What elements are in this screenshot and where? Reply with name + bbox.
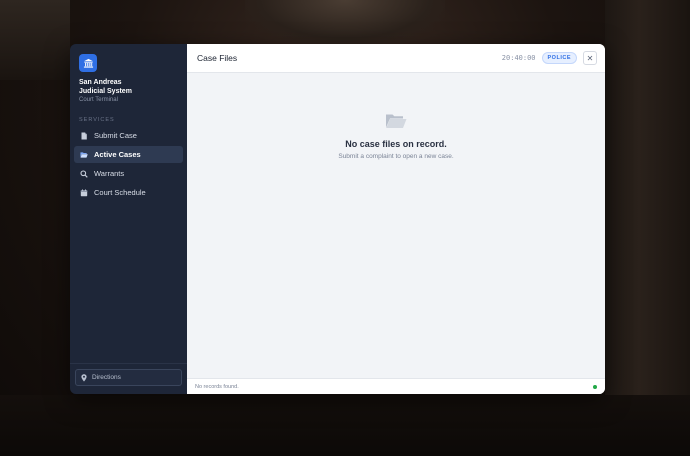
status-text: No records found. <box>195 383 239 390</box>
folder-open-icon <box>187 113 605 129</box>
file-icon <box>80 132 88 140</box>
empty-state-title: No case files on record. <box>345 139 447 149</box>
page-title: Case Files <box>197 53 238 63</box>
empty-state-subtitle: Submit a complaint to open a new case. <box>338 153 454 160</box>
main-panel: Case Files 20:40:00 POLICE ✕ No case fil… <box>187 44 605 394</box>
sidebar-nav: Submit Case Active Cases Warrants Court … <box>70 127 187 203</box>
courthouse-icon <box>79 54 97 72</box>
role-badge: POLICE <box>541 52 577 64</box>
sidebar-item-label: Submit Case <box>94 131 137 140</box>
status-bar: No records found. <box>187 378 605 394</box>
sidebar-footer: Directions <box>70 363 187 394</box>
background-wood-panel <box>605 0 690 456</box>
directions-label: Directions <box>92 374 121 381</box>
sidebar-item-submit-case[interactable]: Submit Case <box>74 127 183 144</box>
search-icon <box>80 169 88 178</box>
section-label-services: SERVICES <box>79 117 115 123</box>
brand: San Andreas Judicial System Court Termin… <box>70 44 187 103</box>
status-indicator <box>593 384 597 389</box>
brand-name: San Andreas Judicial System <box>79 79 132 95</box>
map-pin-icon <box>81 373 88 382</box>
sidebar-item-label: Warrants <box>94 169 125 178</box>
court-terminal-window: San Andreas Judicial System Court Termin… <box>70 44 605 394</box>
header-bar: Case Files 20:40:00 POLICE ✕ <box>187 44 605 73</box>
sidebar-item-court-schedule[interactable]: Court Schedule <box>74 184 183 201</box>
close-icon: ✕ <box>586 53 594 63</box>
sidebar-item-warrants[interactable]: Warrants <box>74 165 183 182</box>
calendar-icon <box>80 188 88 197</box>
sidebar-item-label: Active Cases <box>94 150 141 159</box>
background-window <box>0 0 70 80</box>
background-floor <box>0 395 690 456</box>
directions-button[interactable]: Directions <box>75 369 182 386</box>
sidebar-item-label: Court Schedule <box>94 188 146 197</box>
sidebar-item-active-cases[interactable]: Active Cases <box>74 146 183 163</box>
clock: 20:40:00 <box>501 54 536 62</box>
content-area: No case files on record. Submit a compla… <box>187 73 605 378</box>
empty-state: No case files on record. Submit a compla… <box>187 113 605 160</box>
close-button[interactable]: ✕ <box>583 51 597 65</box>
sidebar: San Andreas Judicial System Court Termin… <box>70 44 187 394</box>
background-figure <box>245 0 445 45</box>
folder-open-icon <box>80 151 88 159</box>
brand-subtitle: Court Terminal <box>79 97 118 103</box>
